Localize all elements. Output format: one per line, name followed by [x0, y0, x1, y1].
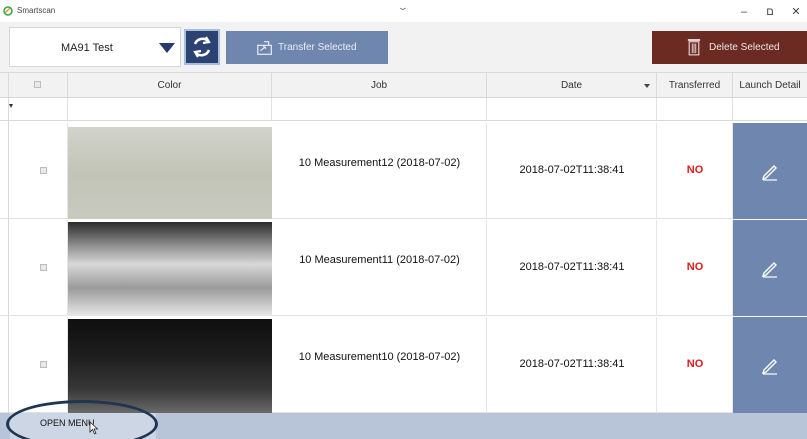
- date-value: 2018-07-02T11:38:41: [519, 261, 625, 273]
- date-value: 2018-07-02T11:38:41: [519, 358, 625, 370]
- filter-row: [0, 98, 807, 121]
- row-select-cell: [8, 123, 68, 219]
- refresh-button[interactable]: [184, 29, 220, 65]
- filter-cell-transferred[interactable]: [657, 98, 733, 120]
- launch-detail-button[interactable]: [733, 220, 807, 316]
- color-swatch: [68, 222, 272, 316]
- color-swatch: [68, 319, 272, 413]
- transfer-selected-button[interactable]: Transfer Selected: [226, 31, 388, 64]
- table-header: Color Job Date Transferred Launch Detail: [0, 72, 807, 99]
- job-cell: [272, 317, 487, 413]
- table-row[interactable]: 10 Measurement10 (2018-07-02) 2018-07-02…: [0, 317, 807, 413]
- dropdown-arrow-icon: [159, 43, 175, 53]
- device-select-value: MA91 Test: [61, 42, 113, 54]
- filter-cell-launch[interactable]: [733, 98, 807, 120]
- job-cell: [272, 123, 487, 219]
- smartscan-logo-icon: [3, 6, 13, 16]
- column-header-job[interactable]: Job: [272, 73, 487, 99]
- minimize-button[interactable]: –: [734, 3, 754, 21]
- job-name: 10 Measurement12 (2018-07-02): [298, 157, 461, 169]
- filter-cell-job[interactable]: [272, 98, 487, 120]
- title-bar: Smartscan ⌄ – ם ✕: [0, 0, 807, 22]
- edit-pencil-icon: [761, 262, 777, 278]
- sort-desc-icon: [644, 84, 650, 88]
- column-header-date[interactable]: Date: [487, 73, 657, 99]
- column-header-transferred[interactable]: Transferred: [657, 73, 733, 99]
- edit-pencil-icon: [761, 165, 777, 181]
- trash-icon: [687, 39, 701, 56]
- launch-detail-button[interactable]: [733, 317, 807, 413]
- edit-pencil-icon: [761, 359, 777, 375]
- delete-selected-button[interactable]: Delete Selected: [652, 31, 807, 64]
- job-cell: [272, 220, 487, 316]
- collapse-chevron-icon[interactable]: ⌄: [397, 2, 409, 13]
- refresh-icon: [193, 36, 211, 58]
- close-button[interactable]: ✕: [786, 3, 806, 21]
- row-checkbox[interactable]: [40, 361, 47, 368]
- transferred-status: NO: [686, 358, 704, 370]
- delete-selected-label: Delete Selected: [709, 42, 780, 53]
- transfer-selected-label: Transfer Selected: [278, 42, 357, 53]
- column-header-launch-detail[interactable]: Launch Detail: [733, 73, 807, 99]
- table-row[interactable]: 10 Measurement11 (2018-07-02) 2018-07-02…: [0, 220, 807, 316]
- toolbar: MA91 Test Transfer Selected Delete Selec…: [0, 22, 807, 72]
- row-select-cell: [8, 220, 68, 316]
- filter-caret-icon[interactable]: [9, 104, 13, 108]
- select-all-checkbox[interactable]: [34, 81, 41, 88]
- mouse-cursor-icon: [89, 421, 99, 435]
- maximize-button[interactable]: ם: [760, 3, 780, 21]
- column-header-color[interactable]: Color: [68, 73, 272, 99]
- job-name: 10 Measurement10 (2018-07-02): [298, 351, 461, 363]
- column-header-date-label: Date: [560, 80, 583, 91]
- filter-cell-select[interactable]: [8, 98, 68, 120]
- filter-cell-date[interactable]: [487, 98, 657, 120]
- filter-cell-color[interactable]: [68, 98, 272, 120]
- device-select[interactable]: MA91 Test: [9, 27, 181, 67]
- select-all-header[interactable]: [8, 73, 68, 99]
- window-title: Smartscan: [17, 6, 56, 15]
- row-checkbox[interactable]: [40, 167, 47, 174]
- row-checkbox[interactable]: [40, 264, 47, 271]
- color-swatch: [68, 127, 272, 219]
- transfer-icon: [257, 41, 272, 55]
- table-row[interactable]: 10 Measurement12 (2018-07-02) 2018-07-02…: [0, 123, 807, 219]
- transferred-status: NO: [686, 261, 704, 273]
- transferred-status: NO: [686, 164, 704, 176]
- job-name: 10 Measurement11 (2018-07-02): [299, 254, 460, 266]
- date-value: 2018-07-02T11:38:41: [519, 164, 625, 176]
- row-select-cell: [8, 317, 68, 413]
- launch-detail-button[interactable]: [733, 123, 807, 219]
